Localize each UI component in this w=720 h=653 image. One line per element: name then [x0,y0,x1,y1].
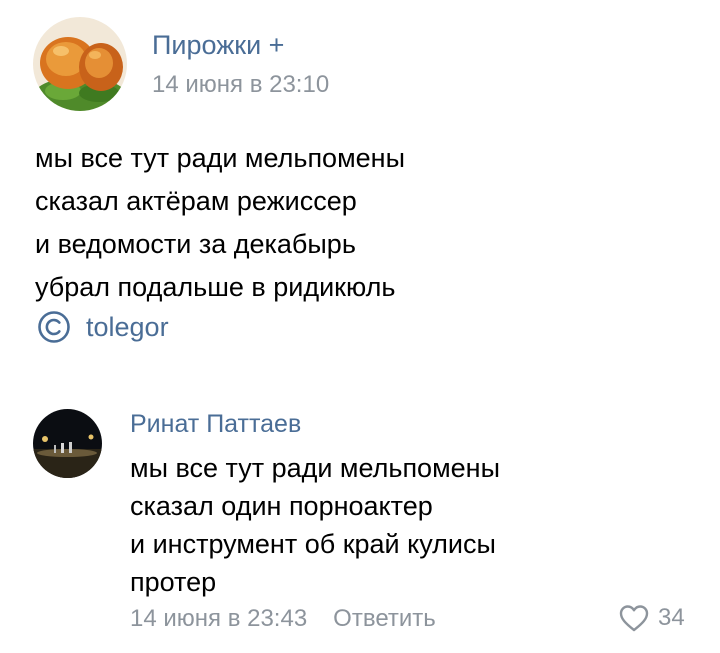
comment-line: протер [130,567,217,597]
commenter-avatar[interactable] [33,409,102,478]
like-count: 34 [658,604,685,631]
post-line: сказал актёрам режиссер [35,186,357,216]
post-line: и ведомости за декабырь [35,229,356,259]
community-avatar[interactable] [33,17,127,111]
copyright-author-link[interactable]: tolegor [86,312,169,343]
pies-image-icon [33,17,127,111]
like-button[interactable]: 34 [618,603,685,633]
comment-text: мы все тут ради мельпомены сказал один п… [130,449,500,601]
night-scene-icon [33,409,102,478]
reply-button[interactable]: Ответить [333,605,436,633]
comment-line: сказал один порноактер [130,491,433,521]
comment-date[interactable]: 14 июня в 23:43 [130,605,307,633]
post-line: убрал подальше в ридикюль [35,272,396,302]
copyright-icon [38,311,70,343]
comment-line: мы все тут ради мельпомены [130,453,500,483]
post-line: мы все тут ради мельпомены [35,143,405,173]
copyright-signature[interactable]: tolegor [37,310,169,344]
post-text: мы все тут ради мельпомены сказал актёра… [35,137,405,309]
community-name[interactable]: Пирожки + [152,30,284,61]
post-date[interactable]: 14 июня в 23:10 [152,71,329,99]
heart-outline-icon [619,605,649,632]
comment-meta: 14 июня в 23:43 Ответить [130,605,436,633]
comment-line: и инструмент об край кулисы [130,529,496,559]
commenter-name[interactable]: Ринат Паттаев [130,410,301,439]
